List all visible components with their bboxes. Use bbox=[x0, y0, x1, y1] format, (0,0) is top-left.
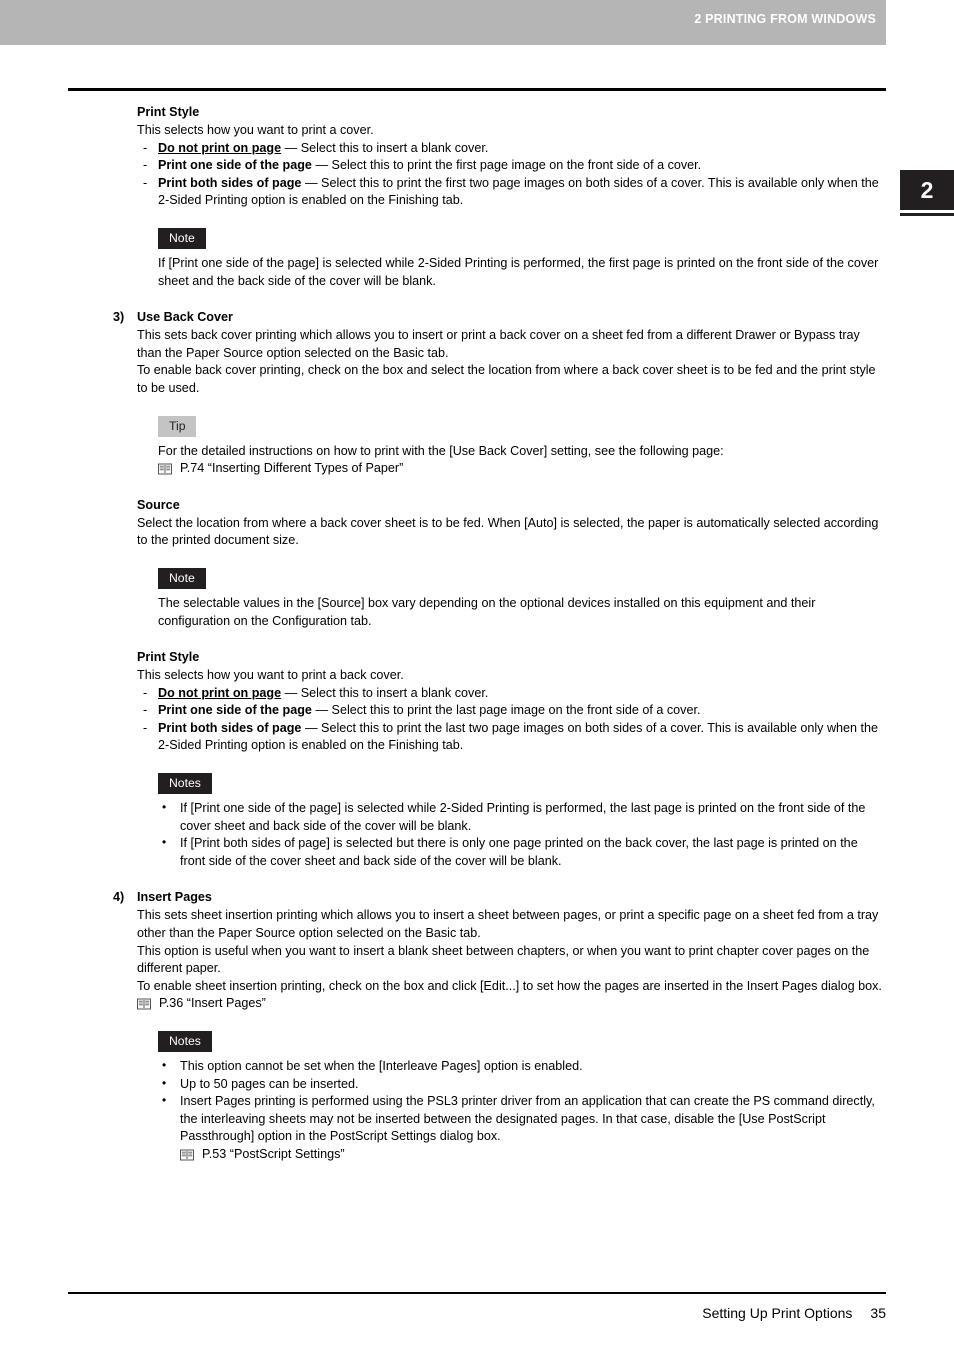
book-icon bbox=[158, 463, 172, 475]
print-style-front-option-2: - Print both sides of page — Select this … bbox=[0, 175, 954, 210]
print-style-back-heading: Print Style bbox=[137, 650, 200, 665]
print-style-back-option-2: - Print both sides of page — Select this … bbox=[0, 720, 954, 755]
notes-item: • This option cannot be set when the [In… bbox=[158, 1058, 886, 1076]
note-callout-source: Note The selectable values in the [Sourc… bbox=[0, 567, 954, 630]
page-content: Print Style This selects how you want to… bbox=[0, 103, 954, 1164]
notes-item-text: If [Print both sides of page] is selecte… bbox=[180, 836, 858, 868]
dash-marker: - bbox=[143, 140, 148, 155]
option-term: Print both sides of page bbox=[158, 720, 302, 735]
list-number: 4) bbox=[113, 890, 125, 905]
footer-title: Setting Up Print Options bbox=[702, 1305, 853, 1321]
page-footer: Setting Up Print Options 35 bbox=[0, 1303, 886, 1323]
notes-item-text: Insert Pages printing is performed using… bbox=[180, 1094, 875, 1144]
insert-pages-cross-reference[interactable]: P.36 “Insert Pages” bbox=[137, 995, 886, 1013]
notes-item: • If [Print one side of the page] is sel… bbox=[158, 800, 886, 835]
tip-cross-reference-text: P.74 “Inserting Different Types of Paper… bbox=[180, 461, 404, 476]
bullet-marker: • bbox=[162, 1075, 167, 1090]
bullet-marker: • bbox=[162, 835, 167, 850]
notes-label: Notes bbox=[158, 1031, 212, 1052]
notes-item: • Up to 50 pages can be inserted. bbox=[158, 1076, 886, 1094]
tip-body: For the detailed instructions on how to … bbox=[158, 443, 724, 458]
note-label: Note bbox=[158, 567, 206, 589]
option-term: Print one side of the page bbox=[158, 158, 312, 173]
print-style-front-heading: Print Style bbox=[137, 105, 200, 119]
print-style-front-option-0: - Do not print on page — Select this to i… bbox=[0, 140, 954, 158]
insert-pages-paragraph-0: This sets sheet insertion printing which… bbox=[137, 908, 879, 941]
book-icon bbox=[137, 998, 151, 1010]
option-desc: — Select this to insert a blank cover. bbox=[281, 685, 489, 700]
insert-pages-paragraph-1: This option is useful when you want to i… bbox=[137, 943, 870, 976]
bullet-marker: • bbox=[162, 800, 167, 815]
option-desc: — Select this to print the last page ima… bbox=[311, 703, 701, 718]
print-style-front-intro: This selects how you want to print a cov… bbox=[137, 123, 374, 137]
tip-label: Tip bbox=[158, 415, 197, 437]
use-back-cover-title: Use Back Cover bbox=[137, 310, 233, 325]
note-callout-front-print-style: Note If [Print one side of the page] is … bbox=[0, 227, 954, 290]
print-style-front-option-1: - Print one side of the page — Select thi… bbox=[0, 157, 954, 175]
bullet-marker: • bbox=[162, 1093, 167, 1108]
running-header-bar: 2 PRINTING FROM WINDOWS bbox=[0, 0, 886, 45]
bullet-marker: • bbox=[162, 1058, 167, 1072]
tip-callout-use-back-cover: Tip For the detailed instructions on how… bbox=[0, 415, 954, 478]
dash-marker: - bbox=[143, 685, 148, 700]
notes-callout-back-print-style: Notes • If [Print one side of the page] … bbox=[0, 773, 954, 870]
book-icon bbox=[180, 1149, 194, 1161]
option-term: Print one side of the page bbox=[158, 703, 312, 718]
notes-item-text: Up to 50 pages can be inserted. bbox=[180, 1076, 359, 1091]
header-divider-rule bbox=[68, 88, 886, 91]
dash-marker: - bbox=[143, 175, 148, 190]
notes-item: • Insert Pages printing is performed usi… bbox=[158, 1093, 886, 1163]
option-term: Do not print on page bbox=[158, 140, 282, 155]
footer-page-number: 35 bbox=[870, 1305, 886, 1321]
use-back-cover-paragraph-0: This sets back cover printing which allo… bbox=[137, 328, 860, 360]
print-style-back-intro: This selects how you want to print a bac… bbox=[137, 668, 404, 683]
note-body: If [Print one side of the page] is selec… bbox=[158, 255, 879, 288]
use-back-cover-paragraph-1: To enable back cover printing, check on … bbox=[137, 363, 876, 395]
tip-cross-reference[interactable]: P.74 “Inserting Different Types of Paper… bbox=[158, 460, 886, 478]
notes-item-text: If [Print one side of the page] is selec… bbox=[180, 801, 866, 833]
notes-cross-reference-text: P.53 “PostScript Settings” bbox=[202, 1146, 345, 1161]
use-back-cover-item: 3) Use Back Cover bbox=[0, 308, 954, 327]
list-number: 3) bbox=[113, 310, 125, 325]
notes-item: • If [Print both sides of page] is selec… bbox=[158, 835, 886, 870]
option-term: Do not print on page bbox=[158, 685, 282, 700]
print-style-back-option-0: - Do not print on page — Select this to i… bbox=[0, 685, 954, 703]
dash-marker: - bbox=[143, 158, 148, 173]
notes-label: Notes bbox=[158, 773, 212, 795]
insert-pages-title: Insert Pages bbox=[137, 890, 212, 905]
option-desc: — Select this to print the first page im… bbox=[311, 158, 702, 173]
insert-pages-item: 4) Insert Pages bbox=[0, 888, 954, 907]
insert-pages-paragraph-2: To enable sheet insertion printing, chec… bbox=[137, 978, 882, 993]
option-desc: — Select this to insert a blank cover. bbox=[281, 140, 489, 155]
note-body: The selectable values in the [Source] bo… bbox=[158, 595, 816, 628]
dash-marker: - bbox=[143, 720, 148, 735]
footer-divider-rule bbox=[68, 1292, 886, 1294]
notes-callout-insert-pages: Notes • This option cannot be set when t… bbox=[0, 1031, 954, 1164]
running-header-title: 2 PRINTING FROM WINDOWS bbox=[694, 12, 876, 26]
option-term: Print both sides of page bbox=[158, 175, 302, 190]
notes-item-text: This option cannot be set when the [Inte… bbox=[180, 1059, 583, 1073]
source-heading: Source bbox=[137, 497, 180, 512]
insert-pages-cross-reference-text: P.36 “Insert Pages” bbox=[159, 996, 266, 1011]
note-label: Note bbox=[158, 227, 206, 249]
source-body: Select the location from where a back co… bbox=[137, 515, 879, 548]
print-style-back-option-1: - Print one side of the page — Select thi… bbox=[0, 702, 954, 720]
notes-cross-reference[interactable]: P.53 “PostScript Settings” bbox=[180, 1146, 886, 1164]
dash-marker: - bbox=[143, 703, 148, 718]
